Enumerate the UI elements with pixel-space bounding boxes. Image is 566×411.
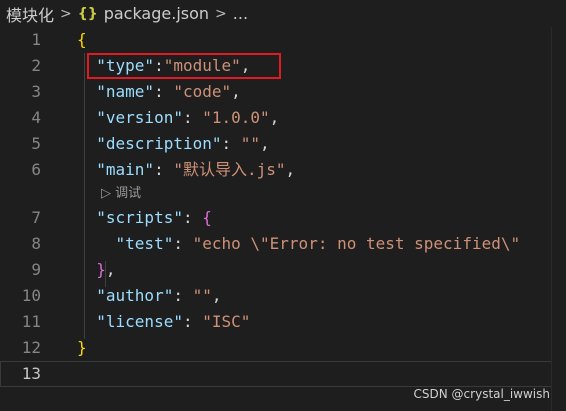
code-line-current[interactable]: [0, 361, 566, 387]
json-file-icon: {}: [77, 5, 98, 22]
line-number: 7: [31, 208, 41, 227]
brace: }: [77, 338, 87, 357]
code-line: "author": "",: [96, 286, 222, 305]
line-number-gutter: 1 2 3 4 5 6 7 8 9 10 11 12 13: [0, 27, 56, 411]
line-number: 4: [31, 108, 41, 127]
code-line: "test": "echo \"Error: no test specified…: [115, 234, 521, 253]
code-line: "name": "code",: [96, 82, 241, 101]
breadcrumb-symbols[interactable]: ...: [233, 4, 248, 23]
json-key: "main": [96, 160, 155, 179]
line-number: 3: [31, 82, 41, 101]
json-value: "ISC": [202, 312, 251, 331]
code-editor[interactable]: 1 2 3 4 5 6 7 8 9 10 11 12 13 { "type":"…: [0, 27, 566, 411]
code-line: },: [96, 260, 116, 279]
debug-codelens[interactable]: ▷ 调试: [77, 183, 566, 205]
json-key: "version": [96, 108, 183, 127]
line-number: 10: [21, 286, 41, 305]
json-key: "scripts": [96, 208, 183, 227]
json-key: "author": [96, 286, 174, 305]
vertical-scrollbar[interactable]: [551, 27, 566, 411]
breadcrumb-file[interactable]: package.json: [104, 4, 209, 23]
line-number: 5: [31, 134, 41, 153]
code-line: "version": "1.0.0",: [96, 108, 280, 127]
brace: }: [96, 260, 106, 279]
code-line: {: [77, 27, 566, 53]
watermark: CSDN @crystal_iwwish: [413, 387, 550, 401]
annotation-highlight-box: [87, 53, 281, 79]
line-number: 12: [21, 338, 41, 357]
line-number: 2: [31, 56, 41, 75]
breadcrumb: 模块化 > {} package.json > ...: [0, 0, 566, 27]
json-key: "test": [115, 234, 174, 253]
code-line: "main": "默认导入.js",: [96, 160, 296, 179]
brace: {: [77, 30, 87, 49]
codelens-gutter-spacer: [0, 183, 56, 205]
json-value: "": [192, 286, 212, 305]
json-value: "默认导入.js": [173, 160, 286, 179]
json-value: "echo \"Error: no test specified\": [192, 234, 521, 253]
json-key: "license": [96, 312, 183, 331]
json-key: "name": [96, 82, 155, 101]
play-icon: ▷: [101, 186, 116, 201]
json-value: "": [240, 134, 261, 153]
json-key: "description": [96, 134, 222, 153]
chevron-right-icon: >: [215, 5, 227, 22]
line-number: 1: [31, 30, 41, 49]
code-line: "scripts": {: [96, 208, 212, 227]
line-number: 9: [31, 260, 41, 279]
brace: {: [202, 208, 212, 227]
code-content[interactable]: { "type":"module", "name": "code", "vers…: [0, 27, 566, 411]
line-number: 6: [31, 160, 41, 179]
code-line: }: [77, 335, 566, 361]
line-number: 11: [21, 312, 41, 331]
code-line: "description": "",: [96, 134, 270, 153]
codelens-label: 调试: [115, 186, 142, 201]
chevron-right-icon: >: [60, 5, 72, 22]
json-value: "1.0.0": [202, 108, 270, 127]
breadcrumb-folder[interactable]: 模块化: [6, 2, 54, 26]
code-line: "license": "ISC": [96, 312, 251, 331]
line-number: 8: [31, 234, 41, 253]
json-value: "code": [173, 82, 232, 101]
